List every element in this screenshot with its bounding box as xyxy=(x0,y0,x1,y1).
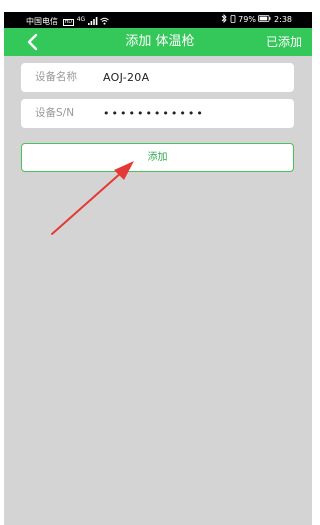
app-screen: 中国电信 HD 4G 79% 2:38 添加 体温枪 已添加 设备名称 AOJ-… xyxy=(4,12,312,525)
device-name-label: 设备名称 xyxy=(35,71,77,83)
signal-icon xyxy=(87,17,101,26)
add-button-label: 添加 xyxy=(147,152,168,163)
hd-icon: HD xyxy=(62,19,75,26)
add-button[interactable]: 添加 xyxy=(21,143,294,172)
device-sn-field[interactable]: 设备S/N •••••••••••• xyxy=(21,99,294,128)
chevron-left-icon xyxy=(22,29,46,55)
device-sn-value: •••••••••••• xyxy=(103,107,205,120)
clock-time: 2:38 xyxy=(274,15,292,24)
battery-percent: 79% xyxy=(238,15,256,24)
added-devices-button[interactable]: 已添加 xyxy=(266,28,302,56)
battery-icon xyxy=(258,15,274,24)
carrier-name: 中国电信 xyxy=(26,17,58,26)
network-type: 4G xyxy=(76,16,86,23)
device-name-field[interactable]: 设备名称 AOJ-20A xyxy=(21,63,294,92)
device-name-value: AOJ-20A xyxy=(103,71,150,84)
wifi-icon xyxy=(100,17,110,26)
device-sn-label: 设备S/N xyxy=(35,107,75,119)
nav-bar: 添加 体温枪 已添加 xyxy=(4,28,312,56)
back-button[interactable] xyxy=(22,29,46,55)
status-right: 79% 2:38 xyxy=(221,12,292,28)
vibrate-icon xyxy=(230,15,239,24)
status-bar: 中国电信 HD 4G 79% 2:38 xyxy=(4,12,312,28)
bluetooth-icon xyxy=(221,13,230,24)
